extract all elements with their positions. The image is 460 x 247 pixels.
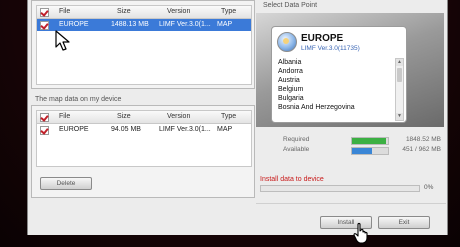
row-type: MAP [217, 21, 233, 28]
required-bar [351, 137, 389, 145]
row-checkbox[interactable] [40, 19, 50, 35]
exit-button[interactable]: Exit [378, 216, 430, 229]
data-point-name: EUROPE [301, 33, 344, 44]
scroll-up-icon[interactable]: ▲ [396, 59, 403, 66]
column-header-type[interactable]: Type [221, 111, 251, 123]
required-value: 1848.52 MB [405, 136, 441, 143]
column-header-file[interactable]: File [59, 6, 99, 18]
install-label: Install data to device [260, 176, 324, 183]
pointer-cursor-icon [55, 30, 70, 51]
scroll-down-icon[interactable]: ▼ [396, 113, 403, 120]
available-value: 451 / 962 MB [402, 146, 441, 153]
data-point-panel: EUROPE LIMF Ver.3.0(11735) Albania Andor… [256, 13, 444, 127]
list-item[interactable]: Belgium [274, 85, 390, 94]
list-item[interactable]: Bulgaria [274, 94, 390, 103]
table-header: File Size Version Type [37, 111, 251, 124]
check-icon [40, 8, 49, 17]
required-capacity-row: Required 1848.52 MB [263, 135, 443, 145]
device-list-panel: File Size Version Type EUROPE 94.05 MB L… [31, 105, 255, 198]
column-header-version[interactable]: Version [167, 111, 222, 123]
check-icon [40, 126, 49, 135]
column-header-size[interactable]: Size [117, 111, 162, 123]
country-list: Albania Andorra Austria Belgium Bulgaria… [274, 58, 390, 119]
available-bar [351, 147, 389, 155]
country-list-scrollbar[interactable]: ▲ ▼ [395, 58, 404, 121]
data-point-title: Select Data Point [263, 2, 318, 9]
list-item[interactable]: Andorra [274, 67, 390, 76]
list-item[interactable]: Bosnia And Herzegovina [274, 103, 390, 112]
install-progress-bar [260, 185, 420, 192]
row-size: 94.05 MB [111, 126, 141, 133]
column-header-type[interactable]: Type [221, 6, 251, 18]
available-capacity-row: Available 451 / 962 MB [263, 145, 443, 155]
check-icon [40, 21, 49, 30]
column-header-file[interactable]: File [59, 111, 99, 123]
row-file: EUROPE [59, 126, 89, 133]
row-version: LIMF Ver.3.0(1... [159, 126, 211, 133]
device-section-label: The map data on my device [35, 96, 122, 103]
list-item[interactable]: Austria [274, 76, 390, 85]
data-point-card: EUROPE LIMF Ver.3.0(11735) Albania Andor… [271, 26, 407, 123]
column-header-size[interactable]: Size [117, 6, 162, 18]
table-row[interactable]: EUROPE 94.05 MB LIMF Ver.3.0(1... MAP [37, 124, 251, 136]
data-point-version: LIMF Ver.3.0(11735) [301, 45, 360, 52]
table-header: File Size Version Type [37, 6, 251, 19]
row-type: MAP [217, 126, 233, 133]
row-size: 1488.13 MB [111, 21, 149, 28]
map-installer-window: File Size Version Type EUROPE 1488.13 MB… [27, 0, 448, 235]
globe-disc-icon [277, 32, 297, 52]
delete-button[interactable]: Delete [40, 177, 92, 190]
check-icon [40, 113, 49, 122]
available-label: Available [283, 146, 310, 153]
hand-cursor-icon [353, 222, 368, 244]
required-label: Required [283, 136, 310, 143]
row-version: LIMF Ver.3.0(1... [159, 21, 211, 28]
scroll-thumb[interactable] [397, 68, 402, 82]
device-file-table: File Size Version Type EUROPE 94.05 MB L… [36, 110, 252, 167]
list-item[interactable]: Albania [274, 58, 390, 67]
install-progress-percent: 0% [424, 184, 434, 191]
available-bar-fill [352, 148, 372, 154]
column-header-version[interactable]: Version [167, 6, 222, 18]
required-bar-fill [352, 138, 387, 144]
row-checkbox[interactable] [40, 124, 50, 140]
divider [256, 203, 446, 204]
